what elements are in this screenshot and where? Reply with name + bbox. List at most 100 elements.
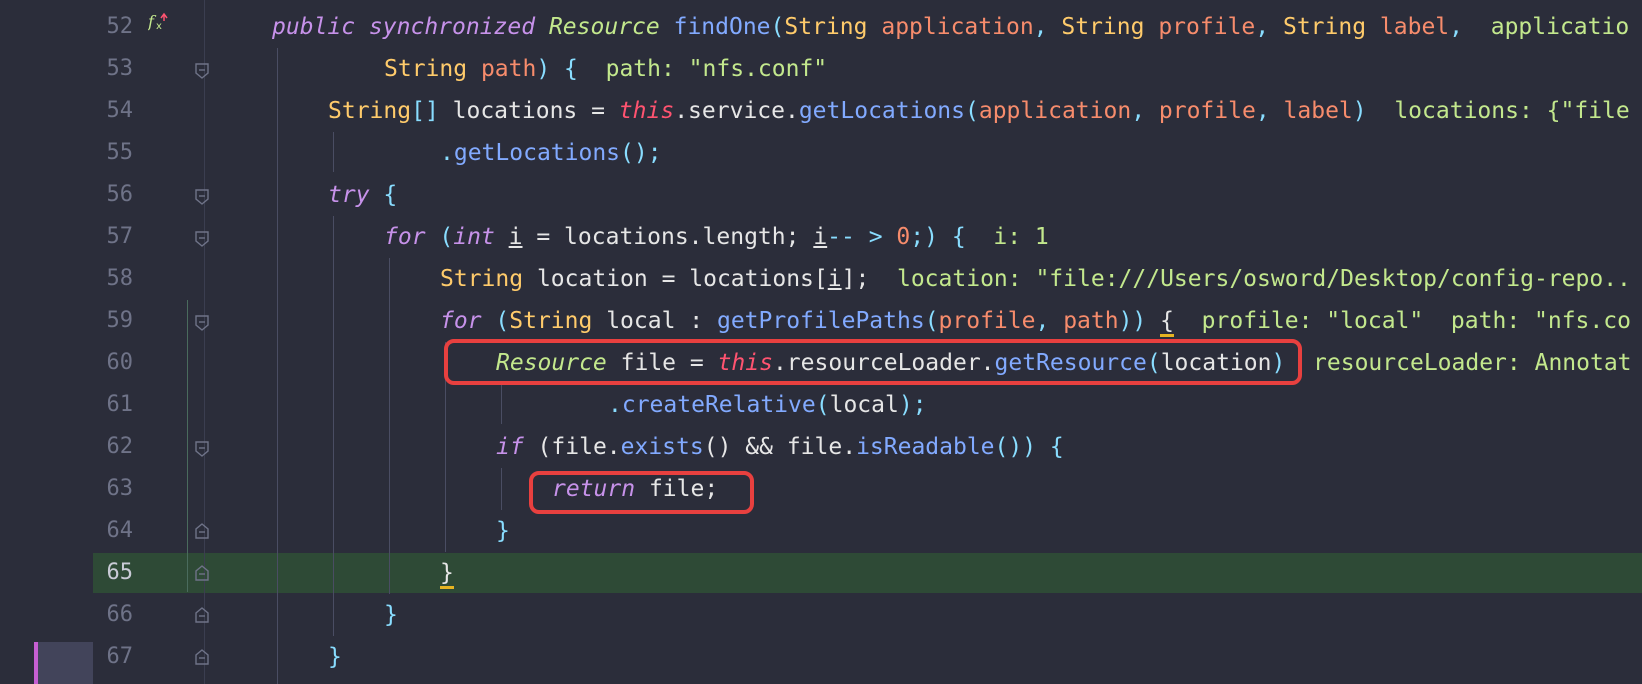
code-line-58[interactable]: String location = locations[i]; location…	[440, 258, 1631, 300]
code-line-66[interactable]: }	[384, 594, 398, 636]
code-token: getLocations	[453, 140, 621, 166]
line-number[interactable]: 63	[93, 468, 134, 510]
line-number[interactable]: 59	[93, 300, 134, 342]
code-token: ,	[1033, 14, 1062, 40]
code-token: i	[508, 224, 523, 250]
code-line-56[interactable]: try {	[328, 174, 397, 216]
gutter-change-guide	[187, 300, 188, 592]
line-number[interactable]: 58	[93, 258, 134, 300]
code-token: application	[978, 98, 1132, 124]
code-token: ();	[620, 140, 662, 166]
code-token: String	[784, 14, 868, 40]
line-number[interactable]: 67	[93, 636, 134, 678]
line-number-current[interactable]: 65	[93, 552, 134, 594]
fold-close-icon[interactable]	[195, 565, 209, 581]
inline-debug-value: i: 1	[993, 224, 1049, 250]
code-token: (	[965, 98, 979, 124]
fold-close-icon[interactable]	[195, 649, 209, 665]
code-token: exists	[620, 434, 704, 460]
code-line-52[interactable]: public synchronized Resource findOne(Str…	[272, 6, 1629, 48]
code-token: int	[453, 224, 495, 250]
code-token: )	[1352, 98, 1395, 124]
code-token: public synchronized	[272, 14, 549, 40]
line-number[interactable]: 57	[93, 216, 134, 258]
fold-open-icon[interactable]	[195, 441, 209, 457]
code-token: path	[1063, 308, 1119, 334]
code-token: application	[881, 14, 1034, 40]
code-token: {	[369, 182, 398, 208]
code-line-55[interactable]: .getLocations();	[440, 132, 662, 174]
code-token: ()) {	[994, 434, 1064, 460]
code-token: }	[328, 644, 342, 670]
code-line-62[interactable]: if (file.exists() && file.isReadable()) …	[496, 426, 1064, 468]
line-number[interactable]: 56	[93, 174, 134, 216]
code-token: createRelative	[621, 392, 816, 418]
code-line-64[interactable]: }	[496, 510, 510, 552]
code-line-65[interactable]: }	[440, 552, 454, 594]
code-token: location = locations[	[523, 266, 828, 292]
code-token: label	[1379, 14, 1450, 40]
inline-debug-value: resourceLoader: Annotat	[1285, 350, 1632, 376]
code-line-57[interactable]: for (int i = locations.length; i-- > 0;)…	[384, 216, 1049, 258]
code-token: findOne	[673, 14, 771, 40]
fold-rail	[204, 0, 205, 684]
code-token: (	[770, 14, 785, 40]
code-token: profile	[938, 308, 1036, 334]
line-number[interactable]: 60	[93, 342, 134, 384]
line-number[interactable]: 55	[93, 132, 134, 174]
inline-debug-value: locations: {"file	[1394, 98, 1630, 124]
indent-guide	[277, 48, 278, 684]
code-token: for	[440, 308, 482, 334]
indent-guide	[501, 468, 502, 510]
line-number[interactable]: 53	[93, 48, 134, 90]
code-token: (	[481, 308, 510, 334]
code-token: .service.	[674, 98, 799, 124]
fold-open-icon[interactable]	[195, 189, 209, 205]
indent-guide	[389, 258, 390, 594]
inline-debug-value: applicatio	[1490, 14, 1630, 40]
fold-open-icon[interactable]	[195, 315, 209, 331]
code-token: String	[1061, 14, 1145, 40]
code-token: (file.	[523, 434, 621, 460]
code-line-61[interactable]: .createRelative(local);	[608, 384, 927, 426]
code-token: }	[384, 602, 398, 628]
function-breakpoint-icon[interactable]: f x	[147, 12, 170, 32]
line-number[interactable]: 62	[93, 426, 134, 468]
code-line-59[interactable]: for (String local : getProfilePaths(prof…	[440, 300, 1631, 342]
line-number[interactable]: 54	[93, 90, 134, 132]
code-token: (	[425, 224, 454, 250]
code-token: ))	[1118, 308, 1161, 334]
code-token: .	[608, 392, 622, 418]
code-token: Resource	[548, 14, 660, 40]
code-token: () && file.	[703, 434, 857, 460]
code-token: profile	[1158, 98, 1256, 124]
code-token: getLocations	[798, 98, 965, 124]
fold-open-icon[interactable]	[195, 63, 209, 79]
line-number[interactable]: 66	[93, 594, 134, 636]
code-line-67[interactable]: }	[328, 636, 342, 678]
code-token: local	[829, 392, 899, 418]
fold-open-icon[interactable]	[195, 231, 209, 247]
fold-close-icon[interactable]	[195, 523, 209, 539]
code-token: = locations.length;	[522, 224, 814, 250]
code-editor[interactable]: f x 52 53 54 55 56 57 58 59 60 61 62 63 …	[0, 0, 1642, 684]
code-line-54[interactable]: String[] locations = this.service.getLoc…	[328, 90, 1630, 132]
code-token: profile	[1158, 14, 1256, 40]
code-token: isReadable	[856, 434, 995, 460]
bookmark-marker[interactable]	[34, 642, 38, 684]
code-token: 0	[896, 224, 911, 250]
matched-brace: {	[1160, 308, 1174, 337]
code-token: ,	[1035, 308, 1064, 334]
line-number[interactable]: 52	[93, 6, 134, 48]
line-number[interactable]: 61	[93, 384, 134, 426]
line-number[interactable]: 64	[93, 510, 134, 552]
fold-close-icon[interactable]	[195, 607, 209, 623]
code-line-53[interactable]: String path) { path: "nfs.conf"	[384, 48, 827, 90]
code-token: for	[384, 224, 426, 250]
code-token: try	[328, 182, 370, 208]
